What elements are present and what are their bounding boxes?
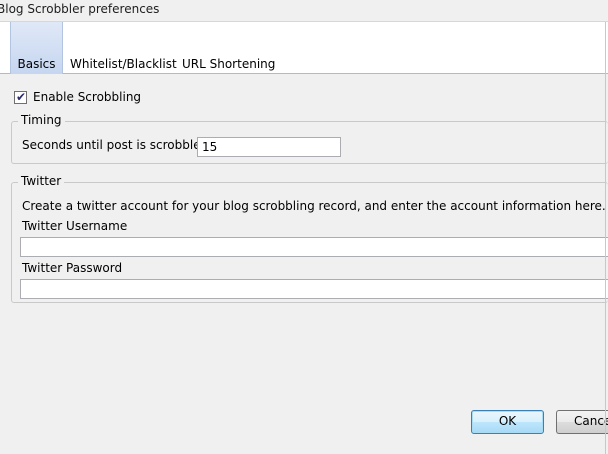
twitter-password-label: Twitter Password: [22, 261, 123, 275]
twitter-password-input[interactable]: [20, 279, 608, 299]
seconds-input[interactable]: [197, 137, 341, 157]
tab-whitelist-blacklist[interactable]: Whitelist/Blacklist: [70, 22, 177, 74]
enable-scrobbling-label: Enable Scrobbling: [33, 90, 142, 104]
enable-scrobbling-checkbox[interactable]: ✔: [14, 90, 27, 104]
twitter-username-input[interactable]: [20, 237, 608, 257]
cancel-button[interactable]: Cance: [556, 410, 608, 434]
tab-basics[interactable]: Basics: [10, 22, 63, 74]
window-title: Blog Scrobbler preferences: [0, 2, 160, 16]
twitter-group: Twitter Create a twitter account for you…: [11, 174, 608, 303]
seconds-label: Seconds until post is scrobbled.: [22, 138, 213, 152]
tab-url-shortening-label: URL Shortening: [182, 57, 276, 71]
timing-legend: Timing: [18, 113, 65, 127]
window-edge: [605, 22, 606, 454]
tab-url-shortening[interactable]: URL Shortening: [182, 22, 276, 74]
twitter-description: Create a twitter account for your blog s…: [22, 199, 606, 213]
tab-strip: Basics Whitelist/Blacklist URL Shortenin…: [0, 22, 608, 74]
checkmark-icon: ✔: [16, 90, 27, 104]
ok-button[interactable]: OK: [471, 410, 544, 434]
tab-basics-label: Basics: [17, 57, 56, 71]
title-bar: Blog Scrobbler preferences: [0, 0, 608, 22]
twitter-legend: Twitter: [18, 174, 65, 188]
tab-whitelist-blacklist-label: Whitelist/Blacklist: [70, 57, 177, 71]
twitter-username-label: Twitter Username: [22, 219, 128, 233]
timing-group: Timing Seconds until post is scrobbled.: [11, 113, 608, 164]
